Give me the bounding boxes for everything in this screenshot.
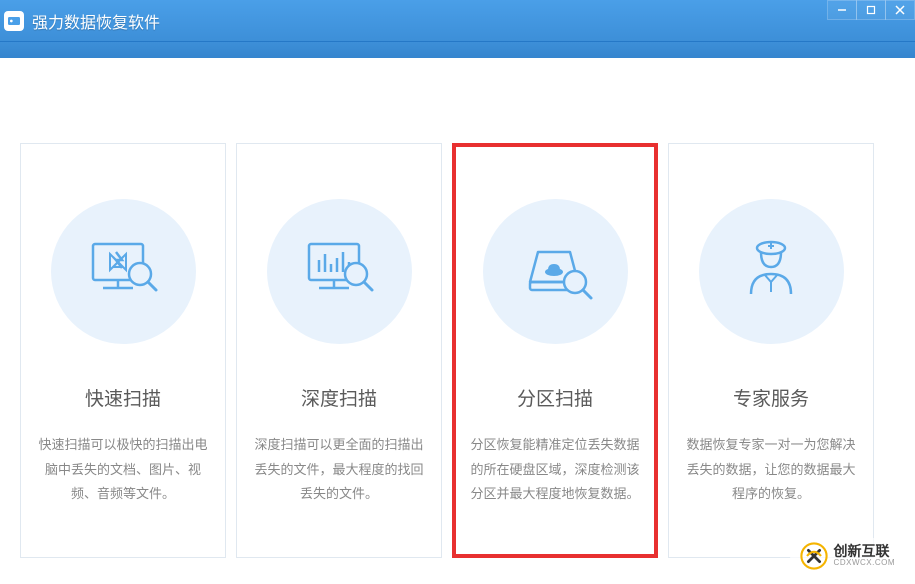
watermark: 创新互联 CDXWCX.COM [790,538,905,574]
card-desc: 数据恢复专家一对一为您解决丢失的数据，让您的数据最大程序的恢复。 [684,433,858,507]
titlebar-left: 强力数据恢复软件 [4,9,160,33]
card-desc: 分区恢复能精准定位丢失数据的所在硬盘区域，深度检测该分区并最大程度地恢复数据。 [468,433,642,507]
card-desc: 快速扫描可以极快的扫描出电脑中丢失的文档、图片、视频、音频等文件。 [36,433,210,507]
card-title: 快速扫描 [85,384,161,411]
toolbar-strip [0,42,915,58]
watermark-cn: 创新互联 [834,544,895,559]
close-button[interactable] [885,0,915,20]
card-desc: 深度扫描可以更全面的扫描出丢失的文件，最大程度的找回丢失的文件。 [252,433,426,507]
card-title: 专家服务 [733,384,809,411]
maximize-button[interactable] [856,0,886,20]
deep-scan-icon [267,199,412,344]
app-title: 强力数据恢复软件 [32,9,160,33]
expert-service-icon [699,199,844,344]
content-area: 快速扫描 快速扫描可以极快的扫描出电脑中丢失的文档、图片、视频、音频等文件。 深… [0,58,915,578]
partition-scan-icon [483,199,628,344]
card-title: 深度扫描 [301,384,377,411]
titlebar: 强力数据恢复软件 [0,0,915,42]
app-icon [4,11,24,31]
window-controls [828,0,915,41]
card-partition-scan[interactable]: 分区扫描 分区恢复能精准定位丢失数据的所在硬盘区域，深度检测该分区并最大程度地恢… [452,143,658,558]
card-quick-scan[interactable]: 快速扫描 快速扫描可以极快的扫描出电脑中丢失的文档、图片、视频、音频等文件。 [20,143,226,558]
quick-scan-icon [51,199,196,344]
minimize-button[interactable] [827,0,857,20]
card-expert-service[interactable]: 专家服务 数据恢复专家一对一为您解决丢失的数据，让您的数据最大程序的恢复。 [668,143,874,558]
card-deep-scan[interactable]: 深度扫描 深度扫描可以更全面的扫描出丢失的文件，最大程度的找回丢失的文件。 [236,143,442,558]
watermark-text: 创新互联 CDXWCX.COM [834,544,895,568]
watermark-logo-icon [800,542,828,570]
watermark-en: CDXWCX.COM [834,559,895,568]
card-title: 分区扫描 [517,384,593,411]
